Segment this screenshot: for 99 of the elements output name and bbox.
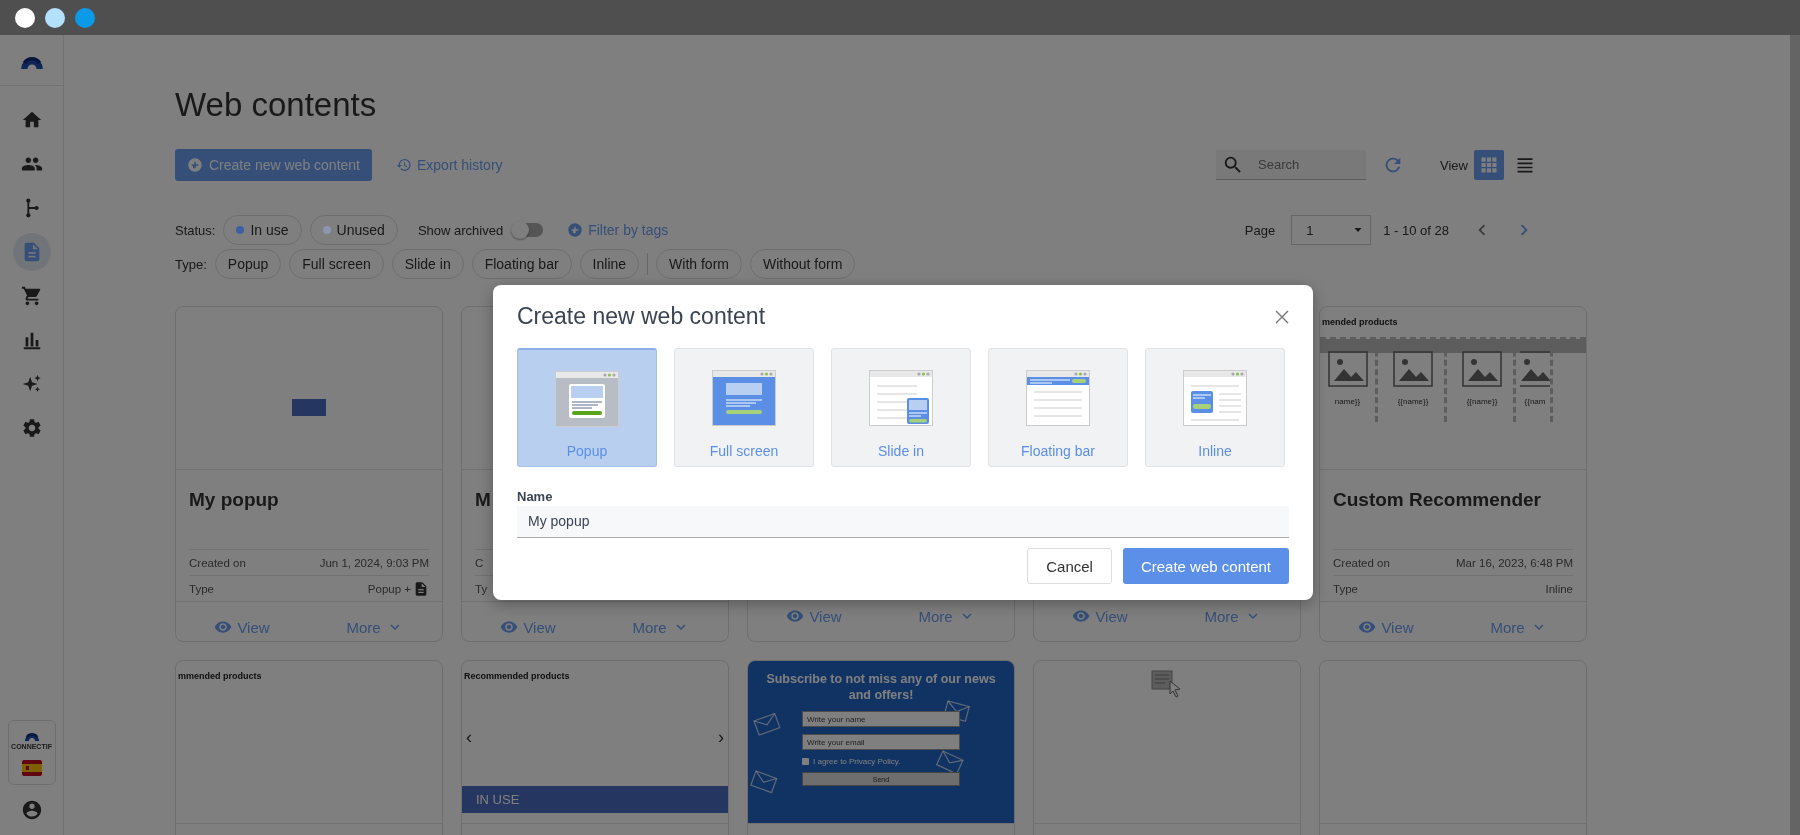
popup-layout-drawing <box>555 371 619 427</box>
more-menu-link[interactable]: More <box>918 607 976 625</box>
type-filter-chip[interactable]: Without form <box>749 249 856 279</box>
close-icon[interactable] <box>1275 309 1289 324</box>
product-name: {{name}} <box>1397 397 1429 406</box>
status-chip[interactable]: In use <box>223 215 302 245</box>
image-placeholder-icon <box>1462 351 1502 387</box>
meta-label: Created on <box>189 556 246 569</box>
image-placeholder-icon <box>1393 351 1433 387</box>
content-type-option[interactable]: Slide in <box>831 348 971 467</box>
name-field[interactable]: My popup <box>517 506 1289 538</box>
content-card[interactable]: mended products name}} {{name}} {{name}} {{nam Custom Recommender Created on Mar 16, 2023, 6:48 PM Type Inline View More <box>1319 306 1587 642</box>
settings-icon <box>20 417 43 439</box>
window-control[interactable] <box>45 7 65 28</box>
page-title: Web contents <box>175 85 378 125</box>
carousel-arrow: › <box>718 727 724 748</box>
type-filter-chip[interactable]: Full screen <box>289 249 384 279</box>
image-placeholder-icon <box>1520 351 1550 387</box>
type-filter-chip[interactable]: Slide in <box>391 249 464 279</box>
view-label: View <box>1440 157 1468 173</box>
meta-label: Type <box>189 582 214 595</box>
meta-value: Popup + <box>367 580 429 597</box>
preview-heading: mmended products <box>177 670 263 681</box>
content-type-option[interactable]: Floating bar <box>988 348 1128 467</box>
preview-heading: mended products <box>1321 316 1399 327</box>
scrollbar[interactable] <box>1790 35 1800 835</box>
preview-button-drawing <box>292 399 326 416</box>
eye-icon <box>1358 618 1377 636</box>
more-menu-link[interactable]: More <box>1204 607 1262 625</box>
type-filter-chip[interactable]: Inline <box>579 249 640 279</box>
card-title: M <box>475 489 491 511</box>
flag-icon[interactable] <box>21 760 42 776</box>
history-icon <box>396 157 412 173</box>
eye-icon <box>786 607 805 625</box>
content-type-option[interactable]: Inline <box>1145 348 1285 467</box>
show-archived-toggle[interactable] <box>513 223 544 237</box>
filter-by-tags-link[interactable]: Filter by tags <box>567 222 669 238</box>
content-card[interactable]: mmended products <box>175 660 443 835</box>
create-button[interactable]: Create new web content <box>175 149 372 181</box>
meta-value: Mar 16, 2023, 6:48 PM <box>1456 556 1573 569</box>
card-title: My popup <box>189 489 279 511</box>
type-label: Type: <box>175 256 207 272</box>
meta-label: Ty <box>475 582 488 595</box>
meta-value: Inline <box>1545 582 1573 595</box>
product-name: {{name}} <box>1466 397 1498 406</box>
page-range: 1 - 10 of 28 <box>1383 222 1449 238</box>
account-icon[interactable] <box>20 799 43 821</box>
page-label: Page <box>1244 222 1276 238</box>
eye-icon <box>500 618 519 636</box>
preview-heading: Recommended products <box>463 670 571 681</box>
image-placeholder-icon <box>1327 351 1368 387</box>
more-menu-link[interactable]: More <box>1490 618 1548 636</box>
type-filter-chip[interactable]: Popup <box>214 249 282 279</box>
dialog-title: Create new web content <box>517 303 766 330</box>
content-type-option[interactable]: Full screen <box>674 348 814 467</box>
product-name: {{nam <box>1524 397 1546 406</box>
view-link[interactable]: View <box>500 618 556 636</box>
content-card[interactable]: Recommended products ‹ › IN USE <box>461 660 729 835</box>
grid-icon <box>1479 155 1499 175</box>
cancel-button[interactable]: Cancel <box>1027 548 1112 584</box>
status-chip[interactable]: Unused <box>309 215 398 245</box>
window-control[interactable] <box>15 7 35 28</box>
document-icon <box>413 580 429 597</box>
eye-icon <box>214 618 233 636</box>
show-archived-label: Show archived <box>417 222 504 238</box>
meta-label: C <box>475 556 484 569</box>
meta-label: Type <box>1333 582 1358 595</box>
status-banner: IN USE <box>462 786 728 813</box>
content-type-option[interactable]: Popup <box>517 348 657 467</box>
form-field: Write your name <box>802 711 960 727</box>
meta-value: Jun 1, 2024, 9:03 PM <box>319 556 429 569</box>
page-select[interactable]: 1 <box>1291 215 1372 245</box>
export-history-link[interactable]: Export history <box>396 157 503 173</box>
search-field[interactable]: Search <box>1216 150 1367 180</box>
view-link[interactable]: View <box>1072 607 1128 625</box>
eye-icon <box>1072 607 1091 625</box>
meta-label: Created on <box>1333 556 1390 569</box>
cart-icon <box>20 285 43 307</box>
form-field: Write your email <box>802 734 960 750</box>
fullscreen-layout-drawing <box>712 370 776 426</box>
content-card[interactable]: My popup Created on Jun 1, 2024, 9:03 PM Type Popup + View More <box>175 306 443 642</box>
view-link[interactable]: View <box>214 618 270 636</box>
floatingbar-layout-drawing <box>1026 370 1090 426</box>
carousel-arrow: ‹ <box>466 727 472 748</box>
more-menu-link[interactable]: More <box>632 618 690 636</box>
card-title: Custom Recommender <box>1333 489 1541 511</box>
slidein-layout-drawing <box>869 370 933 426</box>
inline-layout-drawing <box>1183 370 1247 426</box>
more-menu-link[interactable]: More <box>346 618 404 636</box>
view-link[interactable]: View <box>1358 618 1414 636</box>
type-filter-chip[interactable]: With form <box>656 249 742 279</box>
type-filter-chip[interactable]: Floating bar <box>471 249 572 279</box>
view-link[interactable]: View <box>786 607 842 625</box>
name-label: Name <box>517 489 554 504</box>
status-label: Status: <box>175 222 216 238</box>
list-icon <box>1515 155 1535 175</box>
form-heading: Subscribe to not miss any of our news and offers! <box>765 671 997 704</box>
create-web-content-button[interactable]: Create web content <box>1122 548 1289 584</box>
product-name: name}} <box>1334 397 1361 406</box>
